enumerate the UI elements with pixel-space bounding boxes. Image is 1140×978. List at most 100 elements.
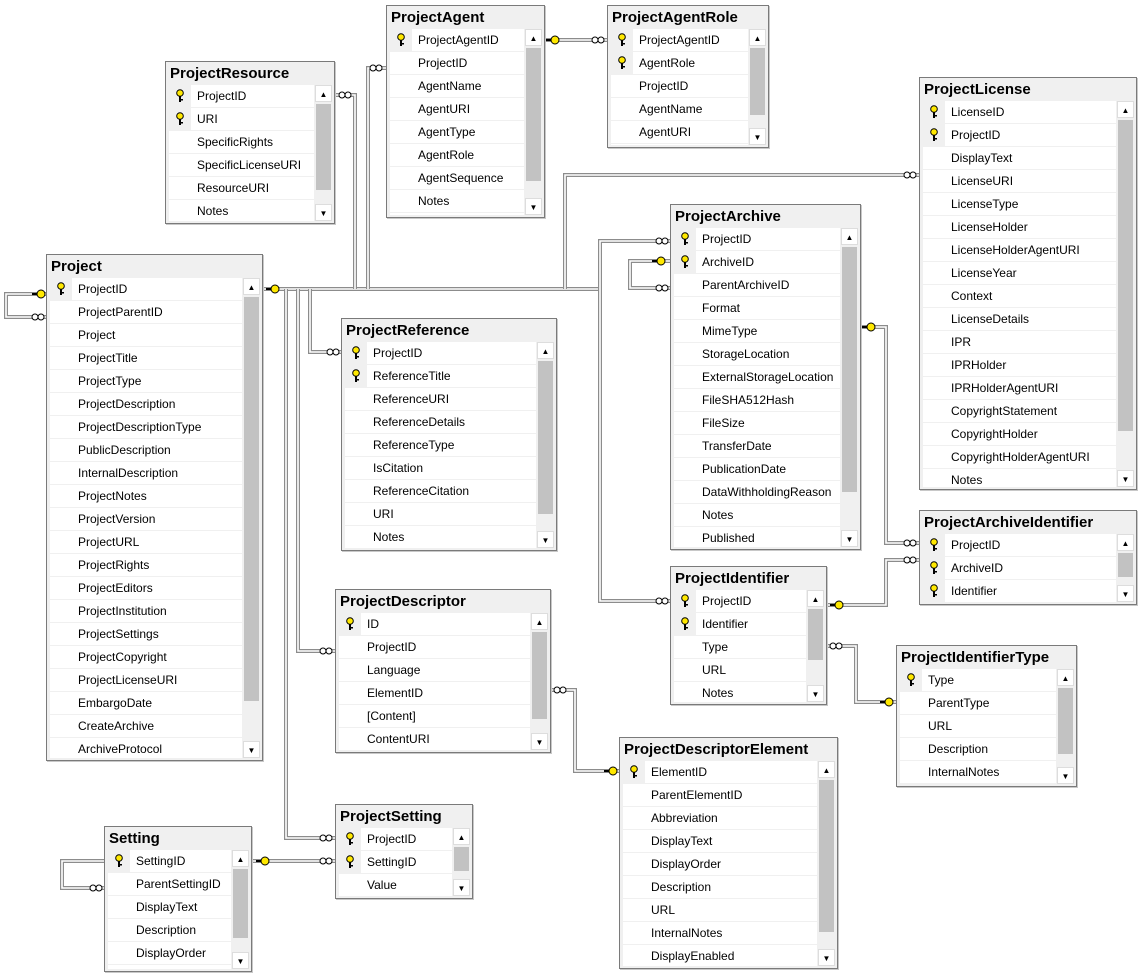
- scroll-down-button[interactable]: ▼: [818, 949, 835, 966]
- column-row[interactable]: ProjectURL: [50, 531, 242, 554]
- relationship-line[interactable]: [599, 289, 670, 602]
- table-title[interactable]: ProjectLicense: [920, 78, 1136, 100]
- column-row[interactable]: IPRHolderAgentURI: [923, 377, 1116, 400]
- scroll-up-button[interactable]: ▲: [537, 342, 554, 359]
- column-row[interactable]: Notes: [674, 504, 840, 527]
- scroll-thumb[interactable]: [1058, 688, 1073, 754]
- scrollbar[interactable]: ▲ ▼: [243, 278, 260, 758]
- table-title[interactable]: ProjectResource: [166, 62, 334, 84]
- column-row[interactable]: AgentURI: [390, 98, 524, 121]
- scroll-thumb[interactable]: [842, 247, 857, 493]
- scroll-thumb[interactable]: [538, 361, 553, 514]
- scrollbar[interactable]: ▲ ▼: [818, 761, 835, 966]
- column-row[interactable]: DisplayOrder: [623, 853, 817, 876]
- column-row[interactable]: InternalNotes: [623, 922, 817, 945]
- column-row[interactable]: FileSHA512Hash: [674, 389, 840, 412]
- table-title[interactable]: ProjectAgent: [387, 6, 544, 28]
- table-projectidentifiertype[interactable]: ProjectIdentifierType Type ParentType URL De…: [896, 645, 1077, 787]
- column-row[interactable]: Description: [623, 876, 817, 899]
- column-row[interactable]: ArchiveProtocol: [50, 738, 242, 758]
- relationship-line[interactable]: [60, 859, 104, 890]
- column-row[interactable]: Project: [50, 324, 242, 347]
- scroll-thumb[interactable]: [454, 847, 469, 871]
- column-row[interactable]: ProjectInstitution: [50, 600, 242, 623]
- relationship-line[interactable]: [827, 558, 919, 607]
- table-projectarchiveidentifier[interactable]: ProjectArchiveIdentifier ProjectID Archive…: [919, 510, 1137, 605]
- column-row[interactable]: ReferenceCitation: [345, 480, 536, 503]
- column-row[interactable]: DisplayText: [108, 896, 231, 919]
- scroll-up-button[interactable]: ▲: [315, 85, 332, 102]
- column-row[interactable]: Value: [339, 874, 452, 896]
- table-setting[interactable]: Setting SettingID ParentSettingID DisplayTe…: [104, 826, 252, 972]
- scroll-thumb[interactable]: [526, 48, 541, 182]
- table-project[interactable]: Project ProjectID ProjectParentID Project Pr…: [46, 254, 263, 761]
- column-row[interactable]: IPR: [923, 331, 1116, 354]
- column-row[interactable]: IsCitation: [345, 457, 536, 480]
- scroll-up-button[interactable]: ▲: [1057, 669, 1074, 686]
- column-row[interactable]: PublicationDate: [674, 458, 840, 481]
- scrollbar[interactable]: ▲ ▼: [1117, 101, 1134, 487]
- column-row[interactable]: ProjectSettings: [50, 623, 242, 646]
- column-row[interactable]: FileSize: [674, 412, 840, 435]
- column-row[interactable]: Notes: [390, 190, 524, 213]
- column-row[interactable]: Identifier: [674, 613, 806, 636]
- relationship-line[interactable]: [861, 326, 919, 544]
- column-row[interactable]: ProjectID: [923, 124, 1116, 147]
- column-row[interactable]: ElementID: [623, 761, 817, 784]
- scroll-up-button[interactable]: ▲: [243, 278, 260, 295]
- column-row[interactable]: CopyrightHolder: [923, 423, 1116, 446]
- column-row[interactable]: MimeType: [674, 320, 840, 343]
- column-row[interactable]: AgentRole: [611, 52, 748, 75]
- column-row[interactable]: Type: [900, 669, 1056, 692]
- scroll-down-button[interactable]: ▼: [1057, 767, 1074, 784]
- scroll-down-button[interactable]: ▼: [531, 733, 548, 750]
- scroll-thumb[interactable]: [1118, 553, 1133, 577]
- scroll-thumb[interactable]: [819, 780, 834, 933]
- column-row[interactable]: TransferDate: [674, 435, 840, 458]
- column-row[interactable]: DisplayEnabled: [623, 945, 817, 966]
- column-row[interactable]: ArchiveID: [674, 251, 840, 274]
- scroll-down-button[interactable]: ▼: [525, 198, 542, 215]
- column-row[interactable]: LicenseID: [923, 101, 1116, 124]
- column-row[interactable]: AgentURI: [611, 121, 748, 144]
- scroll-up-button[interactable]: ▲: [818, 761, 835, 778]
- table-title[interactable]: Setting: [105, 827, 251, 849]
- column-row[interactable]: SpecificLicenseURI: [169, 154, 314, 177]
- relationship-line[interactable]: [366, 66, 386, 289]
- column-row[interactable]: AgentName: [390, 75, 524, 98]
- scrollbar[interactable]: ▲ ▼: [232, 850, 249, 969]
- column-row[interactable]: ProjectID: [674, 590, 806, 613]
- scrollbar[interactable]: ▲ ▼: [315, 85, 332, 221]
- column-row[interactable]: Description: [108, 919, 231, 942]
- column-row[interactable]: SettingID: [108, 850, 231, 873]
- column-row[interactable]: Abbreviation: [623, 807, 817, 830]
- table-projectdescriptorelement[interactable]: ProjectDescriptorElement ElementID ParentE…: [619, 737, 838, 969]
- column-row[interactable]: ProjectAgentID: [390, 29, 524, 52]
- scroll-up-button[interactable]: ▲: [749, 29, 766, 46]
- table-projectreference[interactable]: ProjectReference ProjectID ReferenceTitle R…: [341, 318, 557, 551]
- column-row[interactable]: Notes: [345, 526, 536, 548]
- column-row[interactable]: ProjectTitle: [50, 347, 242, 370]
- scrollbar[interactable]: ▲ ▼: [537, 342, 554, 548]
- column-row[interactable]: ProjectLicenseURI: [50, 669, 242, 692]
- scroll-down-button[interactable]: ▼: [243, 741, 260, 758]
- column-row[interactable]: ProjectID: [390, 52, 524, 75]
- column-row[interactable]: ID: [339, 613, 530, 636]
- table-title[interactable]: ProjectArchive: [671, 205, 860, 227]
- column-row[interactable]: CopyrightHolderAgentURI: [923, 446, 1116, 469]
- scroll-down-button[interactable]: ▼: [315, 204, 332, 221]
- scrollbar[interactable]: ▲ ▼: [531, 613, 548, 750]
- column-row[interactable]: InternalDescription: [50, 462, 242, 485]
- column-row[interactable]: DataWithholdingReason: [674, 481, 840, 504]
- column-row[interactable]: ProjectCopyright: [50, 646, 242, 669]
- column-row[interactable]: LicenseType: [923, 193, 1116, 216]
- column-row[interactable]: LicenseDetails: [923, 308, 1116, 331]
- column-row[interactable]: URI: [345, 503, 536, 526]
- column-row[interactable]: ProjectDescription: [50, 393, 242, 416]
- column-row[interactable]: Identifier: [923, 580, 1116, 602]
- column-row[interactable]: ProjectID: [674, 228, 840, 251]
- scroll-up-button[interactable]: ▲: [1117, 101, 1134, 118]
- relationship-line[interactable]: [297, 289, 335, 652]
- column-row[interactable]: ProjectDescriptionType: [50, 416, 242, 439]
- scroll-thumb[interactable]: [244, 297, 259, 701]
